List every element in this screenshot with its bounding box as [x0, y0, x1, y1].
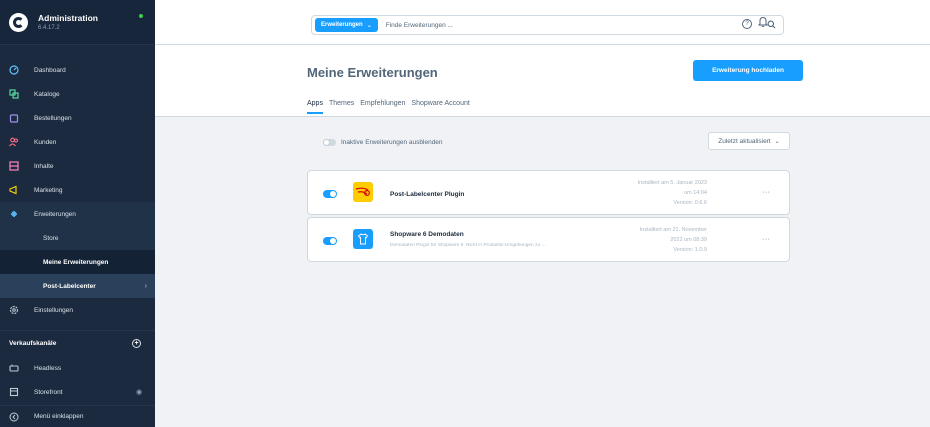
hide-inactive-toggle[interactable] — [323, 139, 336, 146]
tab-themes[interactable]: Themes — [329, 100, 354, 114]
extension-card: Shopware 6 Demodaten Demodaten Plugin fü… — [307, 217, 790, 262]
eye-icon[interactable]: ◉ — [136, 388, 142, 396]
chevron-down-icon: ⌄ — [366, 22, 372, 29]
sales-channel-storefront[interactable]: Storefront ◉ — [0, 380, 155, 404]
upload-extension-button[interactable]: Erweiterung hochladen — [693, 60, 803, 81]
tab-shopware-account[interactable]: Shopware Account — [411, 100, 469, 114]
tab-empfehlungen[interactable]: Empfehlungen — [360, 100, 405, 114]
megaphone-icon — [9, 185, 19, 195]
brand-title: Administration — [38, 13, 98, 23]
collapse-menu-label: Menü einklappen — [34, 413, 84, 420]
sidebar-item-label: Dashboard — [34, 66, 66, 74]
sidebar-subitem-store[interactable]: Store — [0, 226, 155, 250]
content-icon — [9, 161, 19, 171]
sidebar-item-label: Kataloge — [34, 90, 60, 98]
sidebar-subitem-meine-erweiterungen[interactable]: Meine Erweiterungen — [0, 250, 155, 274]
chevron-down-icon: ⌄ — [774, 138, 780, 145]
search-bar: Erweiterungen ⌄ — [311, 15, 784, 35]
sidebar-item-label: Inhalte — [34, 162, 54, 170]
extension-active-toggle[interactable] — [323, 237, 337, 245]
extension-name[interactable]: Post-Labelcenter Plugin — [390, 191, 464, 198]
storefront-icon — [9, 387, 19, 397]
sidebar-item-label: Marketing — [34, 186, 63, 194]
sidebar-item-label: Erweiterungen — [34, 210, 76, 218]
sidebar-item-bestellungen[interactable]: Bestellungen — [0, 106, 155, 130]
search-input[interactable] — [385, 17, 763, 33]
sidebar-subitem-label: Post-Labelcenter — [43, 282, 96, 290]
sidebar-item-label: Einstellungen — [34, 306, 74, 314]
post-horn-icon — [353, 182, 373, 202]
users-icon — [9, 137, 19, 147]
sales-channels-heading: Verkaufskanäle + — [0, 330, 155, 356]
chevron-right-icon: › — [144, 282, 147, 290]
extension-name[interactable]: Shopware 6 Demodaten — [390, 231, 464, 238]
gear-icon — [9, 305, 19, 315]
sidebar-item-erweiterungen[interactable]: Erweiterungen — [0, 202, 155, 226]
hide-inactive-label: Inaktive Erweiterungen ausblenden — [341, 139, 443, 146]
catalog-icon — [9, 89, 19, 99]
search-type-dropdown[interactable]: Erweiterungen ⌄ — [315, 18, 378, 32]
collapse-menu-button[interactable]: Menü einklappen — [0, 405, 155, 427]
tab-bar: Apps Themes Empfehlungen Shopware Accoun… — [307, 100, 476, 114]
sort-select[interactable]: Zuletzt aktualisiert ⌄ — [708, 132, 790, 150]
brand[interactable]: Administration 6.4.17.2 — [0, 0, 155, 45]
bag-icon — [9, 113, 19, 123]
extension-more-actions-icon[interactable]: ··· — [762, 189, 771, 196]
online-status-dot — [139, 14, 143, 18]
page-title: Meine Erweiterungen — [307, 65, 438, 80]
extension-install-info: Installiert am 5. Januar 2023 um 14:04 V… — [637, 180, 707, 206]
sidebar-subitem-label: Meine Erweiterungen — [43, 258, 109, 266]
main-nav: Dashboard Kataloge Bestellungen Kunden I… — [0, 58, 155, 322]
sidebar-subitem-label: Store — [43, 234, 59, 242]
bell-icon[interactable] — [757, 16, 769, 30]
sidebar: Administration 6.4.17.2 Dashboard Katalo… — [0, 0, 155, 427]
extension-card: Post-Labelcenter Plugin Installiert am 5… — [307, 170, 790, 215]
headless-icon — [9, 363, 19, 373]
sidebar-item-inhalte[interactable]: Inhalte — [0, 154, 155, 178]
help-icon[interactable]: ? — [742, 19, 752, 29]
shopware-logo-icon — [9, 12, 28, 32]
sidebar-item-dashboard[interactable]: Dashboard — [0, 58, 155, 82]
sidebar-item-kataloge[interactable]: Kataloge — [0, 82, 155, 106]
shirt-icon — [353, 229, 373, 249]
sidebar-item-einstellungen[interactable]: Einstellungen — [0, 298, 155, 322]
content-header: Meine Erweiterungen Erweiterung hochlade… — [155, 45, 930, 117]
sales-channel-headless[interactable]: Headless — [0, 356, 155, 380]
add-sales-channel-icon[interactable]: + — [132, 339, 141, 348]
sidebar-item-label: Bestellungen — [34, 114, 72, 122]
sidebar-item-marketing[interactable]: Marketing — [0, 178, 155, 202]
sidebar-subitem-post-labelcenter[interactable]: Post-Labelcenter › — [0, 274, 155, 298]
gauge-icon — [9, 65, 19, 75]
extension-more-actions-icon[interactable]: ··· — [762, 236, 771, 243]
sidebar-item-kunden[interactable]: Kunden — [0, 130, 155, 154]
extension-install-info: Installiert am 21. November 2022 um 08:3… — [639, 227, 707, 253]
sales-channel-label: Headless — [34, 364, 62, 372]
plug-icon — [9, 209, 19, 219]
brand-version: 6.4.17.2 — [38, 25, 60, 31]
topbar: Erweiterungen ⌄ — [155, 0, 930, 45]
sales-channel-label: Storefront — [34, 388, 63, 396]
tab-apps[interactable]: Apps — [307, 100, 323, 114]
sidebar-item-label: Kunden — [34, 138, 57, 146]
extension-active-toggle[interactable] — [323, 190, 337, 198]
collapse-arrow-icon — [9, 412, 19, 422]
extension-description: Demodaten Plugin für Shopware 6. Nicht i… — [390, 243, 547, 248]
